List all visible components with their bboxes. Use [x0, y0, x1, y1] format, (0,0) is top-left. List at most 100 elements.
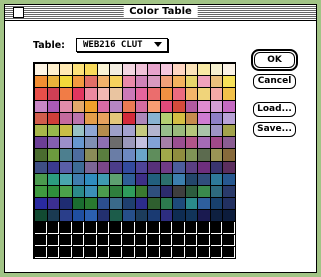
color-swatch[interactable] — [198, 76, 210, 87]
color-swatch[interactable] — [110, 137, 122, 148]
color-swatch[interactable] — [48, 210, 59, 221]
color-swatch[interactable] — [136, 210, 147, 221]
color-swatch[interactable] — [60, 76, 72, 87]
color-swatch[interactable] — [73, 149, 84, 161]
color-swatch[interactable] — [123, 235, 135, 246]
color-swatch[interactable] — [148, 149, 160, 161]
color-swatch[interactable] — [186, 198, 197, 209]
color-swatch[interactable] — [173, 210, 185, 221]
color-swatch[interactable] — [136, 162, 147, 173]
color-swatch[interactable] — [211, 210, 222, 221]
color-swatch[interactable] — [186, 222, 197, 234]
color-swatch[interactable] — [85, 174, 97, 185]
color-swatch[interactable] — [136, 235, 147, 246]
color-swatch[interactable] — [48, 222, 59, 234]
color-swatch[interactable] — [73, 222, 84, 234]
color-swatch[interactable] — [85, 101, 97, 112]
color-swatch[interactable] — [35, 162, 47, 173]
color-swatch[interactable] — [60, 162, 72, 173]
color-swatch[interactable] — [35, 222, 47, 234]
color-swatch[interactable] — [60, 137, 72, 148]
color-swatch[interactable] — [85, 137, 97, 148]
color-swatch[interactable] — [73, 186, 84, 197]
color-swatch[interactable] — [136, 88, 147, 100]
color-swatch[interactable] — [73, 101, 84, 112]
color-swatch[interactable] — [173, 162, 185, 173]
color-swatch[interactable] — [73, 64, 84, 75]
color-swatch[interactable] — [85, 186, 97, 197]
color-swatch[interactable] — [223, 210, 235, 221]
color-swatch[interactable] — [198, 235, 210, 246]
color-swatch[interactable] — [123, 137, 135, 148]
color-swatch[interactable] — [73, 198, 84, 209]
color-swatch[interactable] — [98, 186, 109, 197]
color-swatch[interactable] — [211, 149, 222, 161]
color-swatch[interactable] — [198, 113, 210, 124]
color-swatch[interactable] — [48, 88, 59, 100]
color-swatch[interactable] — [161, 198, 172, 209]
color-swatch[interactable] — [123, 198, 135, 209]
color-swatch[interactable] — [161, 113, 172, 124]
color-swatch[interactable] — [223, 137, 235, 148]
color-swatch[interactable] — [35, 101, 47, 112]
color-swatch[interactable] — [48, 64, 59, 75]
color-swatch[interactable] — [110, 186, 122, 197]
color-swatch[interactable] — [98, 162, 109, 173]
color-swatch[interactable] — [123, 186, 135, 197]
color-swatch[interactable] — [35, 198, 47, 209]
color-swatch[interactable] — [110, 64, 122, 75]
color-swatch[interactable] — [223, 162, 235, 173]
color-swatch[interactable] — [60, 101, 72, 112]
color-swatch[interactable] — [173, 137, 185, 148]
color-swatch[interactable] — [73, 113, 84, 124]
color-swatch[interactable] — [198, 101, 210, 112]
color-swatch[interactable] — [186, 125, 197, 136]
color-swatch[interactable] — [198, 162, 210, 173]
color-swatch[interactable] — [173, 76, 185, 87]
color-swatch[interactable] — [148, 174, 160, 185]
color-swatch[interactable] — [73, 247, 84, 258]
color-swatch[interactable] — [161, 174, 172, 185]
color-swatch[interactable] — [35, 76, 47, 87]
color-swatch[interactable] — [186, 88, 197, 100]
color-swatch[interactable] — [161, 88, 172, 100]
color-swatch[interactable] — [98, 137, 109, 148]
color-swatch[interactable] — [35, 125, 47, 136]
color-swatch[interactable] — [123, 88, 135, 100]
table-popup-menu[interactable]: WEB216 CLUT — [76, 38, 168, 52]
color-swatch[interactable] — [173, 186, 185, 197]
color-swatch[interactable] — [123, 222, 135, 234]
color-swatch[interactable] — [48, 149, 59, 161]
color-swatch[interactable] — [136, 137, 147, 148]
color-swatch[interactable] — [35, 235, 47, 246]
color-swatch[interactable] — [198, 174, 210, 185]
color-swatch[interactable] — [110, 210, 122, 221]
color-swatch[interactable] — [148, 222, 160, 234]
color-swatch[interactable] — [60, 149, 72, 161]
color-swatch[interactable] — [60, 235, 72, 246]
title-bar[interactable]: Color Table — [5, 5, 316, 21]
color-swatch[interactable] — [48, 235, 59, 246]
color-swatch[interactable] — [136, 186, 147, 197]
color-swatch[interactable] — [173, 64, 185, 75]
load-button[interactable]: Load... — [253, 102, 296, 117]
color-swatch[interactable] — [110, 162, 122, 173]
color-swatch[interactable] — [136, 113, 147, 124]
color-swatch[interactable] — [198, 222, 210, 234]
color-swatch[interactable] — [211, 247, 222, 258]
color-swatch[interactable] — [85, 198, 97, 209]
color-swatch[interactable] — [123, 174, 135, 185]
color-swatch[interactable] — [60, 88, 72, 100]
close-box[interactable] — [13, 7, 24, 18]
color-swatch[interactable] — [223, 149, 235, 161]
color-swatch[interactable] — [98, 101, 109, 112]
color-swatch[interactable] — [161, 235, 172, 246]
color-swatch[interactable] — [211, 125, 222, 136]
color-swatch[interactable] — [223, 113, 235, 124]
color-swatch[interactable] — [35, 64, 47, 75]
color-swatch[interactable] — [223, 101, 235, 112]
cancel-button[interactable]: Cancel — [253, 74, 296, 89]
color-swatch[interactable] — [110, 149, 122, 161]
color-swatch[interactable] — [148, 113, 160, 124]
color-swatch[interactable] — [148, 210, 160, 221]
